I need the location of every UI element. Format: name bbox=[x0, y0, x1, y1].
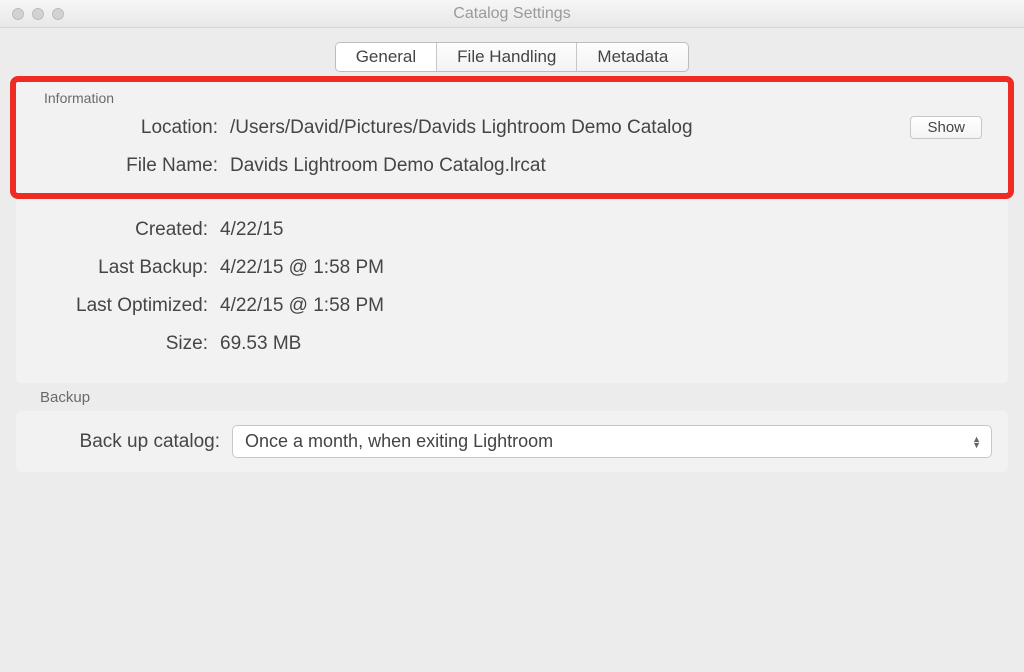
created-label: Created: bbox=[16, 219, 220, 241]
last-backup-label: Last Backup: bbox=[16, 257, 220, 279]
information-legend: Information bbox=[26, 90, 998, 108]
tab-general[interactable]: General bbox=[336, 43, 436, 71]
content-area: General File Handling Metadata Informati… bbox=[0, 28, 1024, 472]
last-optimized-value: 4/22/15 @ 1:58 PM bbox=[220, 295, 988, 317]
information-panel: Information Location: /Users/David/Pictu… bbox=[16, 76, 1008, 383]
backup-panel: Back up catalog: Once a month, when exit… bbox=[16, 411, 1008, 472]
window-title: Catalog Settings bbox=[0, 5, 1024, 23]
size-label: Size: bbox=[16, 333, 220, 355]
last-backup-value: 4/22/15 @ 1:58 PM bbox=[220, 257, 988, 279]
chevron-up-down-icon: ▲▼ bbox=[972, 436, 981, 448]
highlight-annotation: Information Location: /Users/David/Pictu… bbox=[10, 76, 1014, 199]
filename-row: File Name: Davids Lightroom Demo Catalog… bbox=[26, 147, 998, 185]
size-row: Size: 69.53 MB bbox=[16, 325, 998, 363]
created-row: Created: 4/22/15 bbox=[16, 211, 998, 249]
last-optimized-label: Last Optimized: bbox=[16, 295, 220, 317]
backup-frequency-select[interactable]: Once a month, when exiting Lightroom ▲▼ bbox=[232, 425, 992, 458]
traffic-lights bbox=[12, 8, 64, 20]
backup-legend: Backup bbox=[40, 389, 90, 406]
last-backup-row: Last Backup: 4/22/15 @ 1:58 PM bbox=[16, 249, 998, 287]
titlebar: Catalog Settings bbox=[0, 0, 1024, 28]
last-optimized-row: Last Optimized: 4/22/15 @ 1:58 PM bbox=[16, 287, 998, 325]
location-label: Location: bbox=[26, 117, 230, 139]
minimize-icon[interactable] bbox=[32, 8, 44, 20]
backup-label: Back up catalog: bbox=[32, 431, 232, 453]
close-icon[interactable] bbox=[12, 8, 24, 20]
tab-file-handling[interactable]: File Handling bbox=[436, 43, 576, 71]
location-value: /Users/David/Pictures/Davids Lightroom D… bbox=[230, 117, 910, 139]
filename-value: Davids Lightroom Demo Catalog.lrcat bbox=[230, 155, 988, 177]
filename-label: File Name: bbox=[26, 155, 230, 177]
location-row: Location: /Users/David/Pictures/Davids L… bbox=[26, 108, 998, 147]
show-button[interactable]: Show bbox=[910, 116, 982, 139]
size-value: 69.53 MB bbox=[220, 333, 988, 355]
created-value: 4/22/15 bbox=[220, 219, 988, 241]
zoom-icon[interactable] bbox=[52, 8, 64, 20]
tab-metadata[interactable]: Metadata bbox=[576, 43, 688, 71]
backup-frequency-value: Once a month, when exiting Lightroom bbox=[245, 431, 553, 452]
tab-bar: General File Handling Metadata bbox=[16, 42, 1008, 72]
